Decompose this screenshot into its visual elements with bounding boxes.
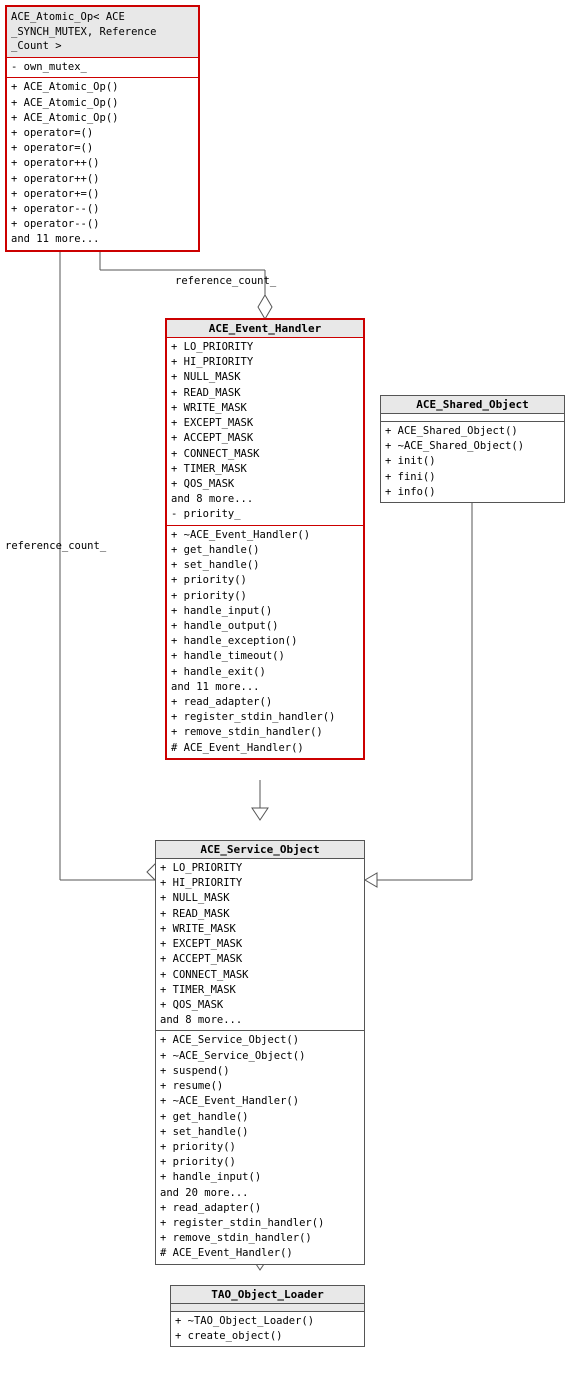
shared-object-box: ACE_Shared_Object + ACE_Shared_Object() … — [380, 395, 565, 503]
atomic-op-methods: + ACE_Atomic_Op() + ACE_Atomic_Op() + AC… — [7, 78, 198, 249]
event-handler-box: ACE_Event_Handler + LO_PRIORITY + HI_PRI… — [165, 318, 365, 760]
atomic-op-box: ACE_Atomic_Op< ACE_SYNCH_MUTEX, Referenc… — [5, 5, 200, 252]
shared-object-title: ACE_Shared_Object — [381, 396, 564, 414]
atomic-op-title: ACE_Atomic_Op< ACE_SYNCH_MUTEX, Referenc… — [7, 7, 198, 58]
event-handler-title: ACE_Event_Handler — [167, 320, 363, 338]
event-handler-attrs: + LO_PRIORITY + HI_PRIORITY + NULL_MASK … — [167, 338, 363, 526]
atomic-op-attrs: - own_mutex_ — [7, 58, 198, 78]
tao-loader-box: TAO_Object_Loader + ~TAO_Object_Loader()… — [170, 1285, 365, 1347]
service-object-methods: + ACE_Service_Object() + ~ACE_Service_Ob… — [156, 1031, 364, 1263]
diagram-container: ACE_Atomic_Op< ACE_SYNCH_MUTEX, Referenc… — [0, 0, 577, 1397]
service-object-attrs: + LO_PRIORITY + HI_PRIORITY + NULL_MASK … — [156, 859, 364, 1031]
tao-loader-title: TAO_Object_Loader — [171, 1286, 364, 1304]
service-object-title: ACE_Service_Object — [156, 841, 364, 859]
tao-loader-methods: + ~TAO_Object_Loader() + create_object() — [171, 1312, 364, 1346]
shared-object-empty — [381, 414, 564, 422]
reference-count-label-top: reference_count_ — [175, 275, 276, 287]
reference-count-label-left: reference_count_ — [5, 540, 106, 552]
service-object-box: ACE_Service_Object + LO_PRIORITY + HI_PR… — [155, 840, 365, 1265]
shared-object-methods: + ACE_Shared_Object() + ~ACE_Shared_Obje… — [381, 422, 564, 502]
event-handler-methods: + ~ACE_Event_Handler() + get_handle() + … — [167, 526, 363, 758]
tao-loader-empty — [171, 1304, 364, 1312]
